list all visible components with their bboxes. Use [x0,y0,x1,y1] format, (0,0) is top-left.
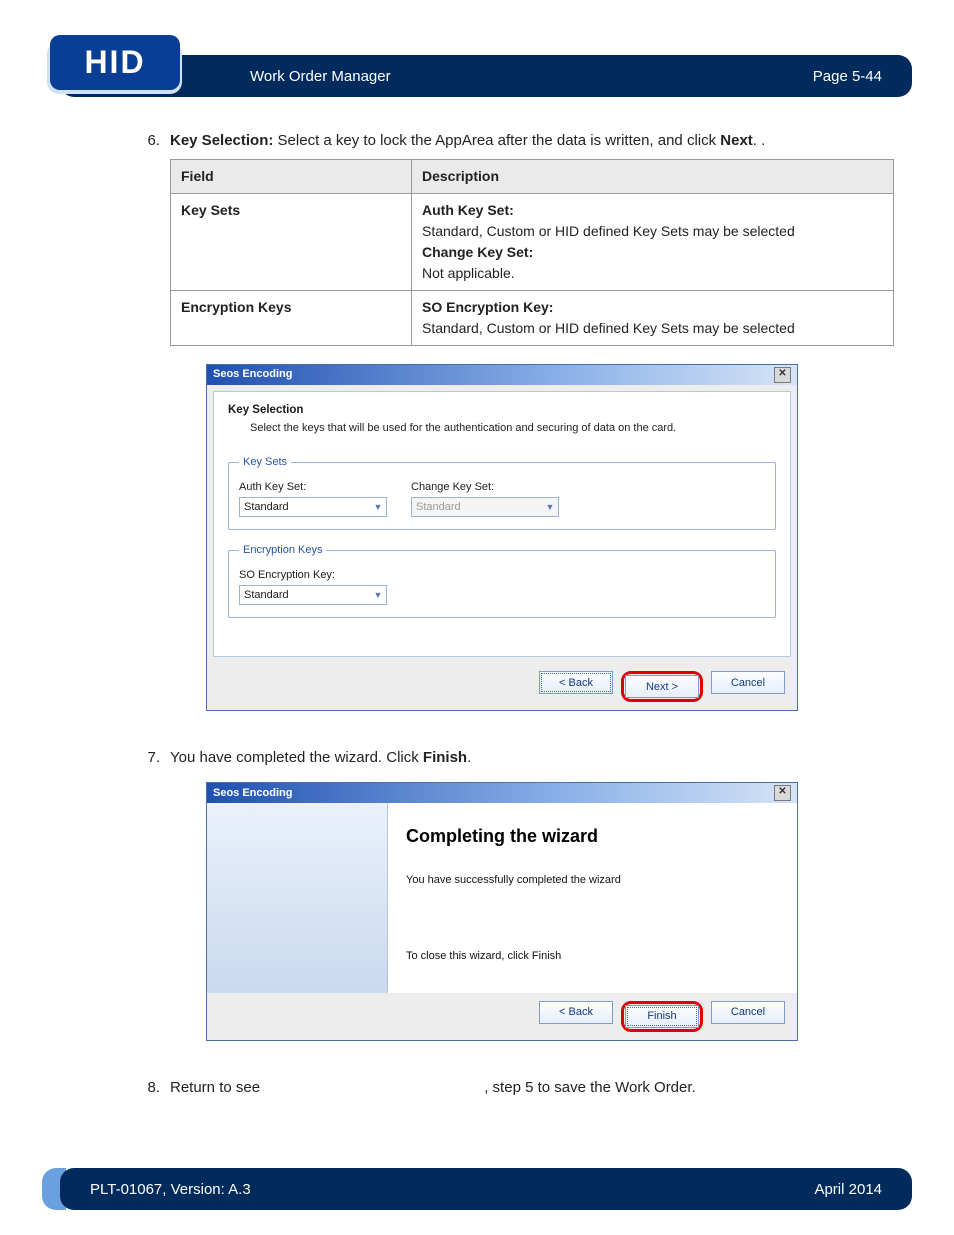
table-row: Key Sets Auth Key Set: Standard, Custom … [171,193,894,290]
cell-encryption-keys: Encryption Keys [181,299,291,315]
footer-bar: PLT-01067, Version: A.3 April 2014 [60,1168,912,1210]
back-button[interactable]: < Back [539,1001,613,1024]
dialog-button-row: < Back Next > Cancel [207,663,797,710]
wizard-complete-heading: Completing the wizard [406,823,779,850]
wizard-side-graphic [207,803,388,993]
label-auth-key-set: Auth Key Set: [239,479,387,496]
step-7: 7. You have completed the wizard. Click … [130,747,894,1063]
dialog-titlebar: Seos Encoding ✕ [207,783,797,803]
label-change-key-set: Change Key Set: [411,479,559,496]
wizard-complete-line2: To close this wizard, click Finish [406,948,779,965]
step-8: 8. Return to see , step 5 to save the Wo… [130,1077,894,1100]
next-button[interactable]: Next > [625,675,699,698]
cancel-button[interactable]: Cancel [711,671,785,694]
combo-so-encryption-key[interactable]: Standard ▼ [239,585,387,605]
page-body: 6. Key Selection: Select a key to lock t… [130,130,894,1113]
header-page-label: Page 5-44 [813,68,882,85]
step-8-num: 8. [130,1077,170,1100]
combo-change-key-set: Standard ▼ [411,497,559,517]
dialog-title-text: Seos Encoding [213,785,292,802]
step-7-bold-finish: Finish [423,749,467,766]
step-6-bold-prefix: Key Selection: [170,132,273,149]
wizard-complete-line1: You have successfully completed the wiza… [406,872,779,889]
finish-button[interactable]: Finish [625,1005,699,1028]
dialog-key-selection: Seos Encoding ✕ Key Selection Select the… [206,364,798,712]
step-6: 6. Key Selection: Select a key to lock t… [130,130,894,733]
legend-encryption-keys: Encryption Keys [239,542,326,559]
dialog-title-text: Seos Encoding [213,366,292,383]
chevron-down-icon: ▼ [372,589,384,603]
header-title: Work Order Manager [250,68,391,85]
step-7-text: You have completed the wizard. Click Fin… [170,747,894,1063]
label-so-encryption-key: SO Encryption Key: [239,567,387,584]
dialog-titlebar: Seos Encoding ✕ [207,365,797,385]
chevron-down-icon: ▼ [372,501,384,515]
th-description: Description [412,159,894,193]
dialog-subheading: Select the keys that will be used for th… [250,420,776,437]
step-7-num: 7. [130,747,170,1063]
dialog-heading: Key Selection [228,402,776,419]
highlight-ring: Next > [621,671,703,702]
cancel-button[interactable]: Cancel [711,1001,785,1024]
footer-doc-id: PLT-01067, Version: A.3 [90,1181,251,1198]
hid-logo: HID [50,35,180,90]
group-keysets: Key Sets Auth Key Set: Standard ▼ [228,454,776,530]
step-6-text: Key Selection: Select a key to lock the … [170,130,894,733]
th-field: Field [171,159,412,193]
group-encryption-keys: Encryption Keys SO Encryption Key: Stand… [228,542,776,618]
back-button[interactable]: < Back [539,671,613,694]
step-8-text: Return to see , step 5 to save the Work … [170,1077,894,1100]
chevron-down-icon: ▼ [544,501,556,515]
highlight-ring: Finish [621,1001,703,1032]
combo-auth-key-set[interactable]: Standard ▼ [239,497,387,517]
close-icon[interactable]: ✕ [774,785,791,801]
dialog-button-row: < Back Finish Cancel [207,993,797,1040]
footer-date: April 2014 [814,1181,882,1198]
step-6-bold-next: Next [720,132,753,149]
close-icon[interactable]: ✕ [774,367,791,383]
legend-keysets: Key Sets [239,454,291,471]
cell-keysets: Key Sets [181,202,240,218]
header-banner: Work Order Manager Page 5-44 [60,55,912,97]
step-6-num: 6. [130,130,170,733]
fields-table: Field Description Key Sets Auth Key Set:… [170,159,894,346]
dialog-finish-wizard: Seos Encoding ✕ Completing the wizard Yo… [206,782,798,1041]
table-row: Encryption Keys SO Encryption Key: Stand… [171,290,894,345]
